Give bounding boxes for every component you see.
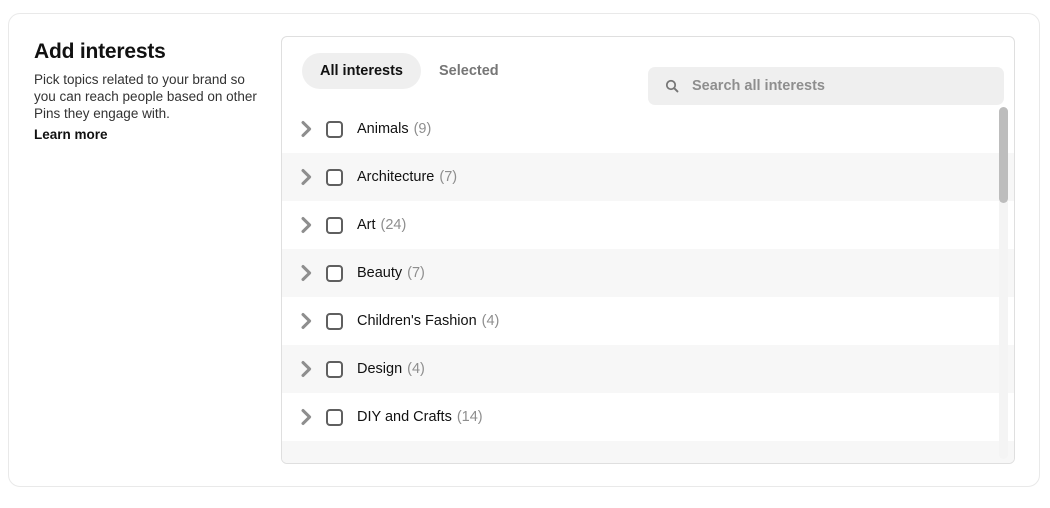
interests-list-area: Animals (9) Architecture (7) Art (24) Be… [282,105,1014,463]
list-item[interactable]: Art (24) [282,201,1014,249]
list-item-count: (4) [407,361,425,377]
checkbox-unchecked-icon[interactable] [326,216,343,234]
list-item-count: (7) [407,265,425,281]
tab-selected[interactable]: Selected [421,53,517,89]
checkbox-unchecked-icon[interactable] [326,120,343,138]
page-description: Pick topics related to your brand so you… [34,72,257,121]
checkbox-unchecked-icon[interactable] [326,264,343,282]
learn-more-link[interactable]: Learn more [34,126,108,143]
checkbox-unchecked-icon[interactable] [326,168,343,186]
list-item[interactable]: Beauty (7) [282,249,1014,297]
list-item-label: Design [357,361,403,377]
list-item-label: DIY and Crafts [357,409,452,425]
list-item-count: (9) [413,121,432,137]
list-item-count: (14) [456,409,483,425]
list-item-count: (24) [380,217,407,233]
list-item[interactable]: Design (4) [282,345,1014,393]
chevron-right-icon[interactable] [294,213,318,237]
list-item[interactable]: Children's Fashion (4) [282,297,1014,345]
list-item-partial[interactable] [282,441,1014,463]
interests-info-column: Add interests Pick topics related to you… [34,39,269,144]
chevron-right-icon[interactable] [294,405,318,429]
list-item[interactable]: Architecture (7) [282,153,1014,201]
chevron-right-icon[interactable] [294,357,318,381]
interest-tabs: All interests Selected [302,53,517,89]
tab-all-interests[interactable]: All interests [302,53,421,89]
list-item-label: Architecture [357,169,435,185]
list-item-label: Animals [357,121,409,137]
list-item-label: Art [357,217,376,233]
chevron-right-icon[interactable] [294,165,318,189]
interests-list: Animals (9) Architecture (7) Art (24) Be… [282,105,1014,463]
chevron-right-icon[interactable] [294,117,318,141]
page-title: Add interests [34,40,166,63]
list-item-label: Children's Fashion [357,313,477,329]
list-item-label: Beauty [357,265,403,281]
list-item-count: (7) [439,169,458,185]
search-input[interactable] [692,67,1004,105]
chevron-right-icon[interactable] [294,261,318,285]
checkbox-unchecked-icon[interactable] [326,408,343,426]
search-field[interactable] [648,67,1004,105]
checkbox-unchecked-icon[interactable] [326,360,343,378]
list-item[interactable]: Animals (9) [282,105,1014,153]
chevron-right-icon[interactable] [294,309,318,333]
interests-panel: All interests Selected Animals [281,36,1015,464]
add-interests-card: Add interests Pick topics related to you… [8,13,1040,487]
checkbox-unchecked-icon[interactable] [326,312,343,330]
scrollbar-thumb[interactable] [999,107,1008,203]
list-item-count: (4) [481,313,500,329]
list-item[interactable]: DIY and Crafts (14) [282,393,1014,441]
vertical-scrollbar[interactable] [999,107,1008,459]
panel-header: All interests Selected [282,37,1014,105]
search-icon [665,79,679,93]
